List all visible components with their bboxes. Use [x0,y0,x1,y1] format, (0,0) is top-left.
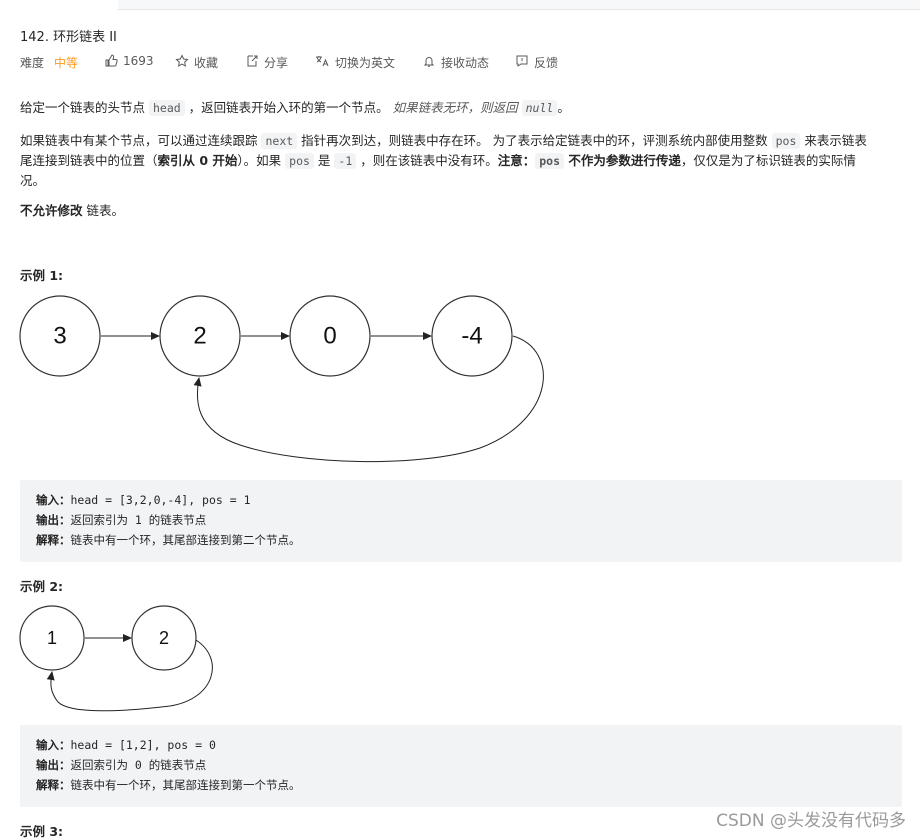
description-paragraph-2: 如果链表中有某个节点，可以通过连续跟踪 next 指针再次到达，则链表中存在环。… [20,133,867,188]
list-node: 3 [19,295,101,377]
top-bar [118,0,920,10]
translate-icon[interactable] [315,54,329,68]
description-paragraph-3: 不允许修改 链表。 [20,203,124,218]
difficulty-badge: 中等 [54,56,79,70]
bell-icon[interactable] [422,54,436,68]
list-node: -4 [431,295,513,377]
svg-text:0: 0 [323,323,336,350]
switch-language-button[interactable]: 切换为英文 [335,54,395,71]
problem-title: 142. 环形链表 II [20,30,117,45]
svg-text:2: 2 [159,628,169,648]
feedback-icon[interactable] [515,54,529,68]
svg-text:2: 2 [193,323,206,350]
difficulty-label: 难度 [20,56,45,70]
example-2-code-block: 输入：head = [1,2], pos = 0 输出：返回索引为 0 的链表节… [20,725,902,807]
list-node: 2 [131,605,197,671]
example-1-code-block: 输入：head = [3,2,0,-4], pos = 1 输出：返回索引为 1… [20,480,902,562]
share-icon[interactable] [245,54,259,68]
example-2-diagram: 1 2 [19,605,213,712]
list-node: 2 [159,295,241,377]
notify-button[interactable]: 接收动态 [441,54,489,71]
example-2-title: 示例 2: [20,579,64,594]
svg-text:-4: -4 [461,323,482,350]
like-count[interactable]: 1693 [123,54,154,68]
description-paragraph-1: 给定一个链表的头节点 head ，返回链表开始入环的第一个节点。 如果链表无环，… [20,100,570,116]
list-node: 1 [19,605,85,671]
share-button[interactable]: 分享 [264,54,288,71]
star-icon[interactable] [175,54,189,68]
svg-text:3: 3 [53,323,66,350]
svg-text:1: 1 [47,628,57,648]
example-1-title: 示例 1: [20,268,64,283]
example-3-title: 示例 3: [20,824,64,839]
thumbs-up-icon[interactable] [104,54,118,68]
list-node: 0 [289,295,371,377]
feedback-button[interactable]: 反馈 [534,54,558,71]
favorite-button[interactable]: 收藏 [194,54,218,71]
csdn-watermark: CSDN @头发没有代码多 [716,811,906,831]
example-1-diagram: 3 2 0 -4 [19,295,544,463]
